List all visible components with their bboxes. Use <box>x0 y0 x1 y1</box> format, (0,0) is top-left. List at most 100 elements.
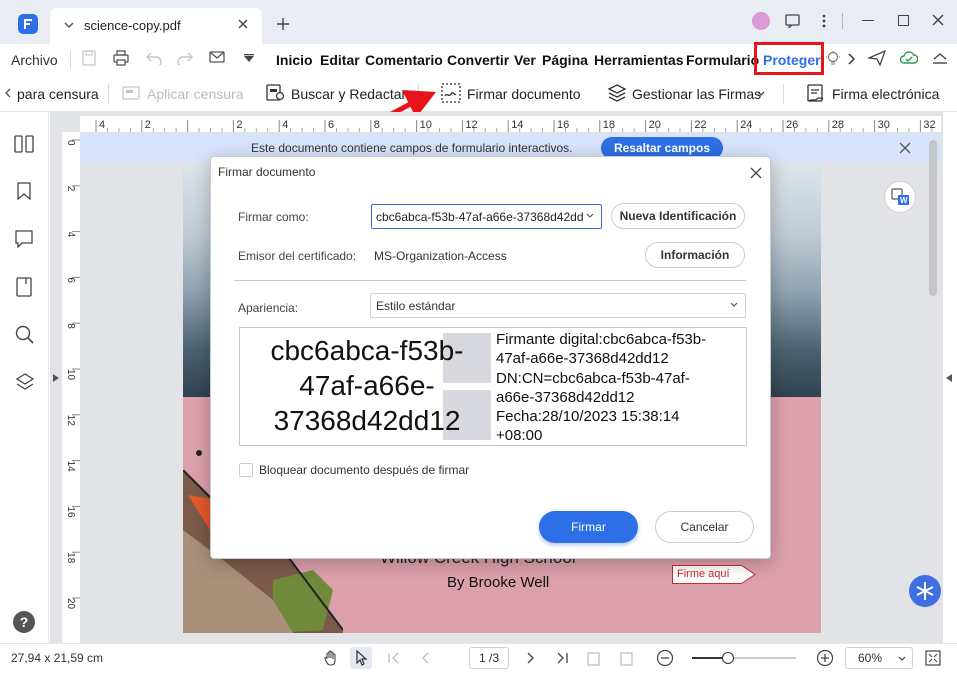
search-icon[interactable] <box>15 325 35 345</box>
collapse-ribbon-icon[interactable] <box>932 52 948 64</box>
last-page-icon[interactable] <box>556 652 568 664</box>
ruler-tick-label: 6 <box>65 277 76 283</box>
rotate-left-icon[interactable] <box>587 650 601 666</box>
menu-convertir[interactable]: Convertir <box>447 52 509 68</box>
right-panel-toggle-icon[interactable] <box>946 374 952 382</box>
ruler-tick-label: 2 <box>65 186 76 192</box>
chevron-right-icon[interactable] <box>847 53 855 65</box>
close-window-icon[interactable] <box>932 14 944 26</box>
email-icon[interactable] <box>209 51 225 63</box>
comment-icon[interactable] <box>15 230 33 248</box>
menu-formulario[interactable]: Formulario <box>686 52 759 68</box>
left-panel-toggle-icon[interactable] <box>53 374 59 382</box>
preview-signer-name: cbc6abca-f53b- 47af-a66e- 37368d42dd12 <box>244 333 490 438</box>
ruler-tick-label: 10 <box>420 119 432 131</box>
ruler-tick-label: 10 <box>65 369 76 381</box>
previous-page-icon[interactable] <box>421 652 431 664</box>
menu-comentario[interactable]: Comentario <box>365 52 443 68</box>
new-identity-button[interactable]: Nueva Identificación <box>611 203 745 229</box>
translate-word-button[interactable]: W <box>884 181 916 213</box>
ruler-tick-label: 2 <box>236 119 242 131</box>
close-tab-icon[interactable] <box>237 18 249 30</box>
bookmark-icon[interactable] <box>17 182 31 200</box>
send-icon[interactable] <box>868 50 886 66</box>
gestionar-chevron-down-icon[interactable] <box>757 91 765 97</box>
menu-editar[interactable]: Editar <box>320 52 360 68</box>
quick-access-dropdown-icon[interactable] <box>243 54 255 64</box>
zoom-chevron-down-icon[interactable] <box>898 656 906 662</box>
select-tool-button[interactable] <box>350 647 372 669</box>
menu-proteger[interactable]: Proteger <box>763 52 821 68</box>
sign-as-select[interactable]: cbc6abca-f53b-47af-a66e-37368d42dd <box>371 204 602 229</box>
menu-herramientas[interactable]: Herramientas <box>594 52 684 68</box>
undo-icon[interactable] <box>146 51 162 65</box>
cancel-button[interactable]: Cancelar <box>655 511 754 543</box>
preview-name-line: 37368d42dd12 <box>273 405 461 436</box>
attachment-icon[interactable] <box>16 277 32 297</box>
ruler-tick-label: 28 <box>832 119 844 131</box>
toolbar-aplicar-censura[interactable]: Aplicar censura <box>147 86 244 102</box>
cloud-sync-icon[interactable] <box>900 50 918 66</box>
toolbar-divider <box>783 84 784 104</box>
toolbar-scroll-left-icon[interactable] <box>4 88 12 98</box>
lightbulb-icon[interactable] <box>826 51 840 67</box>
menu-archivo[interactable]: Archivo <box>11 52 58 68</box>
titlebar-divider <box>842 13 843 29</box>
zoom-slider-track[interactable] <box>692 657 796 659</box>
zoom-value: 60% <box>858 651 883 665</box>
fit-page-icon[interactable] <box>925 650 941 666</box>
dialog-close-icon[interactable] <box>750 167 762 179</box>
ruler-tick-label: 24 <box>740 119 752 131</box>
ruler-tick-label: 26 <box>786 119 798 131</box>
ruler-tick-label: 16 <box>65 506 76 518</box>
save-icon[interactable] <box>82 50 96 66</box>
sign-document-icon <box>441 83 461 103</box>
avatar[interactable] <box>752 12 770 30</box>
sign-as-chevron-down-icon[interactable] <box>586 213 594 219</box>
new-tab-icon[interactable] <box>276 17 290 31</box>
menu-divider <box>70 50 71 68</box>
menu-inicio[interactable]: Inicio <box>276 52 313 68</box>
maximize-icon[interactable] <box>898 15 909 26</box>
preview-detail-line: 47af-a66e-37368d42dd12 <box>496 350 669 368</box>
layers-icon[interactable] <box>15 373 35 395</box>
tab-chevron-icon[interactable] <box>62 18 76 32</box>
svg-text:W: W <box>900 196 908 205</box>
appearance-select[interactable]: Estilo estándar <box>370 293 746 318</box>
ruler-tick-label: 20 <box>649 119 661 131</box>
sign-here-field[interactable]: Firme aquí <box>672 565 742 584</box>
menu-ver[interactable]: Ver <box>514 52 536 68</box>
redo-icon[interactable] <box>177 51 193 65</box>
toolbar-censura[interactable]: para censura <box>17 86 99 102</box>
appearance-chevron-down-icon[interactable] <box>730 302 738 308</box>
preview-detail-line: Firmante digital:cbc6abca-f53b- <box>496 331 707 348</box>
info-button[interactable]: Información <box>645 242 745 268</box>
feedback-icon[interactable] <box>785 14 801 28</box>
toolbar-gestionar-firmas[interactable]: Gestionar las Firmas <box>632 86 761 102</box>
zoom-out-icon[interactable] <box>656 649 674 667</box>
toolbar-firmar-documento[interactable]: Firmar documento <box>467 86 581 102</box>
help-icon[interactable]: ? <box>13 611 35 633</box>
preview-detail-line: +08:00 <box>496 427 543 445</box>
minimize-icon[interactable] <box>862 20 874 22</box>
lock-document-checkbox[interactable] <box>239 463 253 477</box>
rotate-right-icon[interactable] <box>619 650 633 666</box>
print-icon[interactable] <box>113 50 129 66</box>
next-page-icon[interactable] <box>526 652 536 664</box>
zoom-in-icon[interactable] <box>816 649 834 667</box>
toolbar-firma-electronica[interactable]: Firma electrónica <box>832 86 939 102</box>
thumbnails-icon[interactable] <box>14 135 34 153</box>
vertical-scrollbar[interactable] <box>929 140 937 296</box>
ruler-tick-label: 4 <box>65 232 76 238</box>
lock-document-label: Bloquear documento después de firmar <box>259 463 470 477</box>
hand-tool-icon[interactable] <box>323 650 339 666</box>
ai-assistant-button[interactable] <box>909 575 941 607</box>
close-notice-icon[interactable] <box>899 142 911 154</box>
first-page-icon[interactable] <box>388 652 400 664</box>
sign-button[interactable]: Firmar <box>539 511 638 543</box>
menu-pagina[interactable]: Página <box>542 52 588 68</box>
ruler-tick-label: 12 <box>465 119 477 131</box>
ruler-tick-label: 18 <box>65 552 76 564</box>
page-number-input[interactable]: 1 /3 <box>469 647 509 669</box>
more-options-icon[interactable] <box>822 14 826 28</box>
